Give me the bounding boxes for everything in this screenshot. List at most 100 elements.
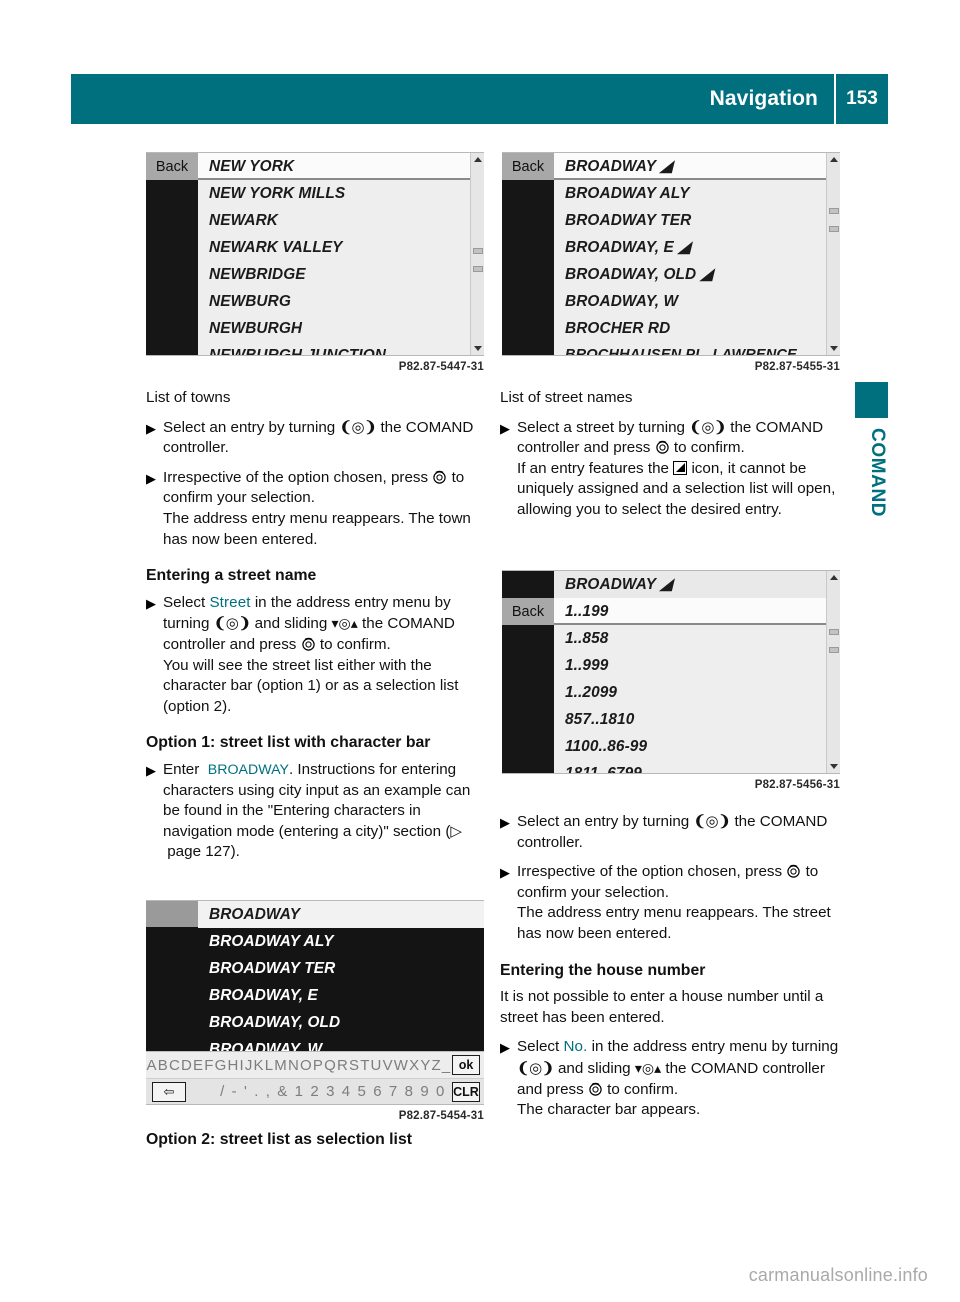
page-ref-arrow-icon: ▷ [450, 822, 463, 840]
right-column-lower: ▶ Select an entry by turning ❨◎❩ the COM… [500, 812, 844, 1130]
list-header-row: BROADWAY ◢ [554, 153, 826, 180]
list-item[interactable]: 1..2099 [554, 679, 826, 706]
ok-key[interactable]: ok [452, 1055, 480, 1075]
controller-slide-icon: ▾◎▴ [331, 615, 358, 632]
bullet-icon: ▶ [500, 865, 510, 881]
scroll-up-arrow-icon[interactable] [830, 157, 838, 162]
list-item[interactable]: 1100..86-99 [554, 733, 826, 760]
bullet-icon: ▶ [146, 470, 156, 486]
scrollbar-thumb[interactable] [829, 647, 839, 653]
character-bar-symbols[interactable]: / - ' . , & 1 2 3 4 5 6 7 8 9 0 [190, 1083, 452, 1100]
list-item[interactable]: NEWBURGH [198, 315, 470, 342]
list-item[interactable]: 1811..6799 [554, 760, 826, 773]
heading-entering-house-number: Entering the house number [500, 961, 706, 979]
ui-label-no: No. [563, 1038, 588, 1056]
step-text: Select Street in the address entry menu … [163, 593, 490, 718]
figure-house-number-list: Back BROADWAY ◢ 1..199 1..858 1..999 1..… [502, 570, 840, 791]
figure-street-charbar: NE N 30 60 BROADWAY BROADWAY ALY BROADWA… [146, 900, 484, 1122]
character-bar-letters[interactable]: ABCDEFGHIJKLMNOPQRSTUVWXYZ_ [146, 1057, 452, 1074]
list-item[interactable]: BROADWAY, E ◢ [554, 234, 826, 261]
list-item[interactable]: BROADWAY, OLD [198, 1009, 484, 1036]
step-confirm-town: ▶ Irrespective of the option chosen, pre… [146, 468, 490, 550]
controller-turn-icon: ❨◎❩ [689, 418, 726, 436]
list-item-selected[interactable]: 1..199 [554, 598, 826, 625]
list-header-row: BROADWAY [198, 901, 484, 928]
list-item[interactable]: BROADWAY, OLD ◢ [554, 261, 826, 288]
figure-town-list: Back NEW YORK NEW YORK MILLS NEWARK NEWA… [146, 152, 484, 373]
list-item[interactable]: BROCHER RD [554, 315, 826, 342]
list-header-row: NEW YORK [198, 153, 470, 180]
backspace-key-icon[interactable]: ⇦ [152, 1081, 186, 1102]
list-item[interactable]: BROADWAY, W [554, 288, 826, 315]
list-item[interactable]: 1..999 [554, 652, 826, 679]
section-lead-towns: List of towns [146, 389, 231, 406]
ambiguous-entry-icon [673, 460, 688, 475]
scroll-down-arrow-icon[interactable] [474, 346, 482, 351]
figure-caption: P82.87-5455-31 [754, 361, 840, 373]
step-text-part: Select an entry by turning [517, 813, 690, 830]
page-title: Navigation [709, 87, 818, 110]
list-item[interactable]: NEWBRIDGE [198, 261, 470, 288]
controller-turn-icon: ❨◎❩ [339, 418, 377, 436]
bullet-icon: ▶ [500, 1040, 510, 1056]
step-text-part: and sliding [254, 615, 328, 633]
step-select-street-menu: ▶ Select Street in the address entry men… [146, 593, 490, 718]
scrollbar-thumb[interactable] [829, 208, 839, 214]
list-item[interactable]: NEW YORK MILLS [198, 180, 470, 207]
step-subtext: The address entry menu reappears. The to… [163, 509, 471, 548]
scroll-down-arrow-icon[interactable] [830, 346, 838, 351]
scroll-up-arrow-icon[interactable] [474, 157, 482, 162]
list-item[interactable]: BROADWAY ALY [198, 928, 484, 955]
list-item[interactable]: BROADWAY TER [554, 207, 826, 234]
scrollbar[interactable] [470, 153, 484, 355]
back-button[interactable]: Back [502, 598, 554, 625]
list-item[interactable]: BROCHHAUSEN PL, LAWRENCE [554, 342, 826, 355]
controller-turn-icon: ❨◎❩ [213, 615, 251, 633]
site-watermark: carmanualsonline.info [748, 1265, 928, 1285]
scroll-down-arrow-icon[interactable] [830, 764, 838, 769]
clear-key[interactable]: CLR [452, 1081, 480, 1102]
step-text: Select an entry by turning ❨◎❩ the COMAN… [163, 418, 490, 459]
list-item[interactable]: 857..1810 [554, 706, 826, 733]
character-bar-letters-row: ABCDEFGHIJKLMNOPQRSTUVWXYZ_ ok [146, 1052, 484, 1078]
list-item[interactable]: NEWBURGH JUNCTION [198, 342, 470, 355]
scrollbar[interactable] [826, 571, 840, 773]
step-text: Irrespective of the option chosen, press… [517, 862, 844, 944]
controller-press-icon [588, 1082, 603, 1096]
list-item[interactable]: BROADWAY ALY [554, 180, 826, 207]
screenshot-house-number-list: Back BROADWAY ◢ 1..199 1..858 1..999 1..… [502, 570, 840, 774]
list-item[interactable]: BROADWAY TER [198, 955, 484, 982]
step-text: Irrespective of the option chosen, press… [163, 468, 490, 550]
figure-caption: P82.87-5456-31 [754, 779, 840, 791]
house-number-list: BROADWAY ◢ 1..199 1..858 1..999 1..2099 … [554, 571, 826, 773]
controller-press-icon [432, 470, 447, 484]
section-tab-marker [855, 382, 888, 418]
back-button[interactable]: Back [146, 153, 198, 180]
list-item[interactable]: 1..858 [554, 625, 826, 652]
list-item[interactable]: BROADWAY, E [198, 982, 484, 1009]
left-column-bottom: Option 2: street list as selection list [146, 1130, 490, 1157]
right-column-upper: List of street names ▶ Select a street b… [500, 388, 844, 530]
scrollbar[interactable] [826, 153, 840, 355]
bullet-icon: ▶ [146, 420, 156, 436]
step-text-part: Enter [163, 760, 200, 778]
scrollbar-thumb[interactable] [473, 248, 483, 254]
list-item[interactable]: NEWBURG [198, 288, 470, 315]
list-item[interactable]: NEWARK [198, 207, 470, 234]
list-item[interactable]: NEWARK VALLEY [198, 234, 470, 261]
screenshot-town-list: Back NEW YORK NEW YORK MILLS NEWARK NEWA… [146, 152, 484, 356]
scrollbar-thumb[interactable] [473, 266, 483, 272]
screen-left-bar [146, 901, 198, 927]
step-subtext: The character bar appears. [517, 1101, 701, 1119]
scrollbar-thumb[interactable] [829, 226, 839, 232]
bullet-icon: ▶ [146, 762, 156, 778]
step-select-entry-town: ▶ Select an entry by turning ❨◎❩ the COM… [146, 418, 490, 459]
left-column: List of towns ▶ Select an entry by turni… [146, 388, 490, 872]
bullet-icon: ▶ [500, 815, 510, 830]
bullet-icon: ▶ [146, 595, 156, 611]
step-text-part: to confirm. [319, 635, 391, 653]
screenshot-street-charbar: NE N 30 60 BROADWAY BROADWAY ALY BROADWA… [146, 900, 484, 1105]
back-button[interactable]: Back [502, 153, 554, 180]
scroll-up-arrow-icon[interactable] [830, 575, 838, 580]
scrollbar-thumb[interactable] [829, 629, 839, 635]
